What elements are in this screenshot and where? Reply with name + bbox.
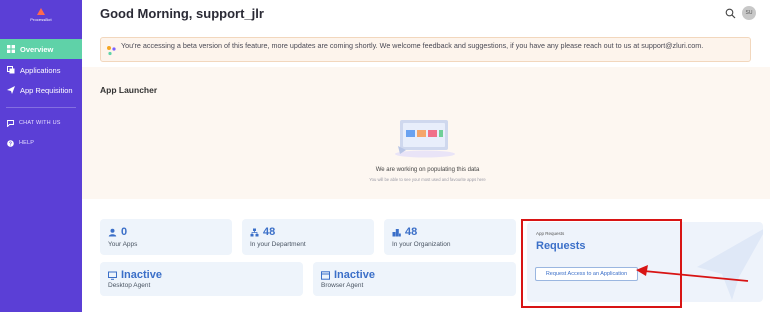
empty-state-illustration [395, 120, 455, 158]
stat-label: In your Organization [392, 241, 451, 248]
banner-text: You're accessing a beta version of this … [121, 41, 704, 50]
stat-card-your-apps[interactable]: 0 Your Apps [100, 219, 232, 255]
sidebar-item-label: HELP [19, 140, 35, 146]
logo-icon [37, 8, 45, 15]
avatar[interactable]: SU [742, 6, 756, 20]
sidebar-divider [6, 107, 76, 108]
chat-icon [6, 119, 14, 127]
stat-label: Browser Agent [321, 282, 364, 289]
sidebar-item-label: CHAT WITH US [19, 120, 61, 126]
stat-card-department[interactable]: 48 In your Department [242, 219, 374, 255]
stat-label: Your Apps [108, 241, 138, 248]
app-launcher-title: App Launcher [100, 85, 158, 95]
sidebar-item-overview[interactable]: Overview [0, 39, 82, 59]
sidebar-item-label: App Requisition [20, 85, 73, 95]
annotation-arrow-icon [636, 265, 749, 282]
sidebar-item-app-requisition[interactable]: App Requisition [0, 80, 82, 100]
browser-icon [321, 270, 330, 280]
sidebar-item-applications[interactable]: Applications [0, 60, 82, 80]
paper-plane-icon [6, 86, 15, 95]
beta-banner: You're accessing a beta version of this … [100, 37, 751, 62]
stat-card-desktop-agent[interactable]: Inactive Desktop Agent [100, 262, 303, 296]
stat-value: 0 [121, 226, 128, 238]
sidebar-item-label: Applications [20, 65, 61, 75]
stat-value: Inactive [121, 269, 162, 281]
department-icon [250, 228, 259, 237]
grid-icon [6, 45, 15, 54]
page-title: Good Morning, support_jlr [100, 6, 264, 21]
search-icon[interactable] [725, 8, 736, 19]
stat-value: 48 [263, 226, 276, 238]
stat-label: Desktop Agent [108, 282, 151, 289]
help-icon: ? [6, 139, 14, 147]
logo-text: ProcessBot [30, 17, 52, 22]
logo[interactable]: ProcessBot [27, 8, 55, 26]
apps-icon [6, 66, 15, 75]
user-icon [108, 228, 117, 237]
stat-card-browser-agent[interactable]: Inactive Browser Agent [313, 262, 516, 296]
stat-value: Inactive [334, 269, 375, 281]
stat-label: In your Department [250, 241, 306, 248]
organization-icon [392, 228, 401, 237]
stat-card-organization[interactable]: 48 In your Organization [384, 219, 516, 255]
sidebar-item-chat[interactable]: CHAT WITH US [0, 116, 82, 130]
svg-text:?: ? [8, 141, 11, 147]
sidebar: ProcessBot Overview Applications App Req… [0, 0, 82, 312]
sidebar-item-help[interactable]: ? HELP [0, 136, 82, 150]
empty-state-subtitle: You will be able to see your most used a… [369, 177, 486, 182]
empty-state-title: We are working on populating this data [375, 167, 480, 173]
sparkle-icon [107, 46, 116, 56]
sidebar-item-label: Overview [20, 44, 54, 54]
stat-value: 48 [405, 226, 418, 238]
desktop-icon [108, 271, 117, 280]
